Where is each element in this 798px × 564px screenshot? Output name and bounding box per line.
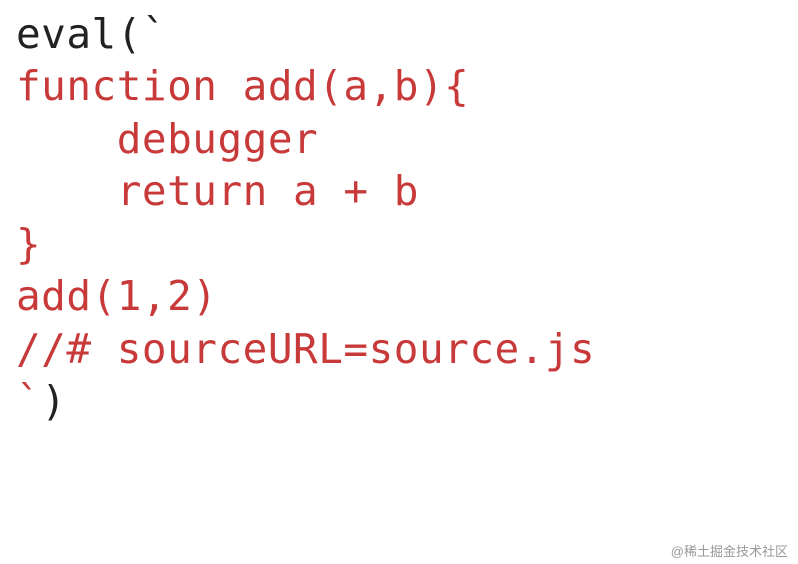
watermark-text: @稀土掘金技术社区 xyxy=(671,541,788,560)
code-line-4: return a + b xyxy=(16,167,419,215)
code-line-3: debugger xyxy=(16,115,318,163)
code-line-7: //# sourceURL=source.js xyxy=(16,325,595,373)
code-line-2: function add(a,b){ xyxy=(16,62,469,110)
code-line-5: } xyxy=(16,220,41,268)
code-line-6: add(1,2) xyxy=(16,272,217,320)
code-line-8-tick: ` xyxy=(16,377,41,425)
code-line-8-paren: ) xyxy=(41,377,66,425)
code-line-1: eval(` xyxy=(16,10,167,58)
code-snippet: eval(` function add(a,b){ debugger retur… xyxy=(0,0,798,436)
